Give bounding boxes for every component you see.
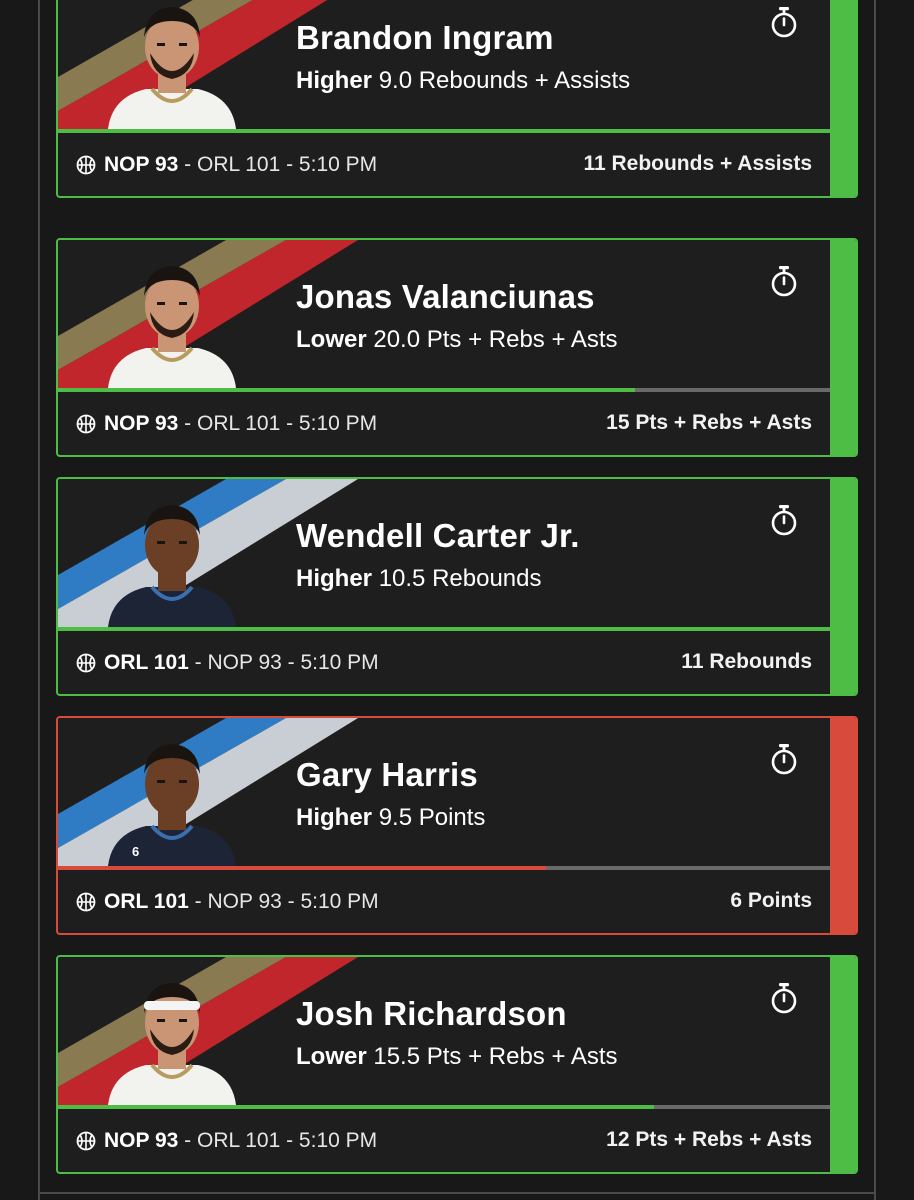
player-avatar [108,505,236,627]
player-name: Josh Richardson [296,995,567,1032]
pick-card-footer: ORL 101 - NOP 93 - 5:10 PM 6 Points [58,870,832,933]
stopwatch-icon[interactable] [768,503,800,537]
pick-card[interactable]: Brandon Ingram Higher 9.0 Rebounds + Ass… [56,0,858,198]
pick-card[interactable]: Jonas Valanciunas Lower 20.0 Pts + Rebs … [56,238,858,457]
player-avatar: 6 [108,744,236,866]
list-frame-bottom [38,1192,876,1194]
stat-result: 12 Pts + Rebs + Asts [606,1128,812,1151]
basketball-icon [76,892,96,912]
list-frame-right [874,0,876,1200]
player-team-score: NOP 93 [104,153,179,176]
game-matchup: ORL 101 - NOP 93 - 5:10 PM [104,890,379,914]
player-team-score: ORL 101 [104,890,189,913]
pick-card-header: Josh Richardson Lower 15.5 Pts + Rebs + … [58,957,832,1105]
pick-card-footer: ORL 101 - NOP 93 - 5:10 PM 11 Rebounds [58,631,832,694]
pick-stat-line: 9.0 Rebounds + Assists [378,67,631,94]
opponent-and-time: - NOP 93 - 5:10 PM [188,890,379,913]
player-team-score: NOP 93 [104,1129,179,1152]
pick-card-header: Jonas Valanciunas Lower 20.0 Pts + Rebs … [58,240,832,388]
pick-direction: Higher [296,804,373,831]
result-status-strip [830,0,856,196]
player-avatar [108,7,236,129]
player-avatar [108,983,236,1105]
opponent-and-time: - ORL 101 - 5:10 PM [178,153,378,176]
opponent-and-time: - ORL 101 - 5:10 PM [178,1129,378,1152]
pick-card-footer: NOP 93 - ORL 101 - 5:10 PM 12 Pts + Rebs… [58,1109,832,1172]
pick-card-footer: NOP 93 - ORL 101 - 5:10 PM 11 Rebounds +… [58,133,832,196]
basketball-icon [76,155,96,175]
pick-direction: Higher [296,565,373,592]
stat-result: 11 Rebounds + Assists [583,152,812,175]
stopwatch-icon[interactable] [768,742,800,776]
result-status-strip [830,957,856,1172]
pick-card-footer: NOP 93 - ORL 101 - 5:10 PM 15 Pts + Rebs… [58,392,832,455]
stat-result: 6 Points [730,889,812,912]
opponent-and-time: - ORL 101 - 5:10 PM [178,412,378,435]
list-frame-left [38,0,40,1200]
pick-line: Higher 9.0 Rebounds + Assists [296,67,630,95]
pick-card-header: Brandon Ingram Higher 9.0 Rebounds + Ass… [58,0,832,129]
pick-stat-line: 15.5 Pts + Rebs + Asts [373,1043,618,1070]
stat-result: 15 Pts + Rebs + Asts [606,411,812,434]
pick-card[interactable]: Wendell Carter Jr. Higher 10.5 Rebounds … [56,477,858,696]
pick-stat-line: 20.0 Pts + Rebs + Asts [373,326,618,353]
basketball-icon [76,653,96,673]
svg-text:6: 6 [132,844,139,859]
result-status-strip [830,479,856,694]
player-name: Jonas Valanciunas [296,278,595,315]
game-matchup: NOP 93 - ORL 101 - 5:10 PM [104,1129,377,1153]
player-name: Brandon Ingram [296,19,554,56]
pick-direction: Higher [296,67,373,94]
game-matchup: NOP 93 - ORL 101 - 5:10 PM [104,412,377,436]
result-status-strip [830,240,856,455]
pick-card[interactable]: 6 Gary Harris Higher 9.5 Points ORL 101 … [56,716,858,935]
stopwatch-icon[interactable] [768,981,800,1015]
pick-stat-line: 10.5 Rebounds [378,565,542,592]
basketball-icon [76,1131,96,1151]
pick-card[interactable]: Josh Richardson Lower 15.5 Pts + Rebs + … [56,955,858,1174]
pick-line: Lower 20.0 Pts + Rebs + Asts [296,326,618,354]
opponent-and-time: - NOP 93 - 5:10 PM [188,651,379,674]
pick-card-header: Wendell Carter Jr. Higher 10.5 Rebounds [58,479,832,627]
stopwatch-icon[interactable] [768,264,800,298]
player-name: Gary Harris [296,756,478,793]
result-status-strip [830,718,856,933]
pick-line: Higher 9.5 Points [296,804,485,832]
pick-line: Higher 10.5 Rebounds [296,565,541,593]
basketball-icon [76,414,96,434]
player-avatar [108,266,236,388]
stopwatch-icon[interactable] [768,5,800,39]
pick-direction: Lower [296,326,367,353]
player-team-score: NOP 93 [104,412,179,435]
player-name: Wendell Carter Jr. [296,517,580,554]
player-team-score: ORL 101 [104,651,189,674]
game-matchup: ORL 101 - NOP 93 - 5:10 PM [104,651,379,675]
stat-result: 11 Rebounds [681,650,812,673]
pick-card-header: 6 Gary Harris Higher 9.5 Points [58,718,832,866]
pick-line: Lower 15.5 Pts + Rebs + Asts [296,1043,618,1071]
game-matchup: NOP 93 - ORL 101 - 5:10 PM [104,153,377,177]
pick-stat-line: 9.5 Points [378,804,486,831]
pick-direction: Lower [296,1043,367,1070]
